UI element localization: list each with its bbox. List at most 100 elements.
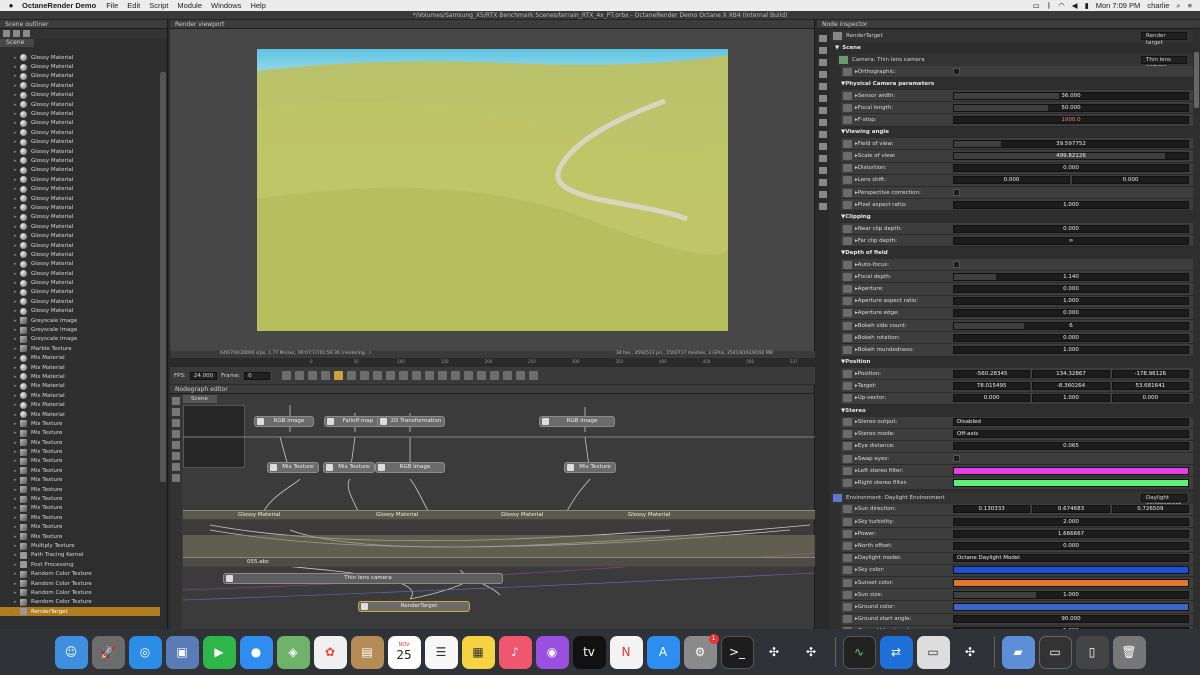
param-row[interactable]: ▸ Power: 1.666667 <box>841 528 1193 541</box>
menu-help[interactable]: Help <box>250 1 265 10</box>
param-row[interactable]: ▸ Ground start angle: 90.000 <box>841 613 1193 626</box>
stickies-icon[interactable]: ▦ <box>461 635 495 669</box>
inspector-tool-icon[interactable] <box>819 203 827 210</box>
param-row[interactable]: ▸ Focal depth: 1.140 <box>841 271 1193 284</box>
param-pin-icon[interactable] <box>843 272 852 281</box>
outliner-item[interactable]: ▸ Mix Material <box>0 410 160 419</box>
outliner-item[interactable]: ▸ Mix Texture <box>0 494 160 503</box>
news-icon[interactable]: N <box>609 635 643 669</box>
param-number-field[interactable]: 0.000 <box>953 394 1031 403</box>
move-icon[interactable] <box>503 371 513 380</box>
outliner-scrollbar[interactable] <box>160 72 166 482</box>
param-row[interactable]: ▸ Bokeh side count: 6 <box>841 320 1193 333</box>
section-header[interactable]: ▼ Depth of field <box>831 247 1193 259</box>
inspector-tool-icon[interactable] <box>819 47 827 54</box>
param-row[interactable]: ▸ Auto-focus: <box>841 259 1193 272</box>
inspector-tool-icon[interactable] <box>819 71 827 78</box>
param-number-field[interactable]: ∞ <box>953 236 1189 245</box>
param-checkbox[interactable] <box>953 67 960 75</box>
param-row[interactable]: ▸ Sky color: <box>841 564 1193 577</box>
camera-type-select[interactable]: Thin lens camera <box>1141 55 1187 70</box>
octane-icon-3[interactable]: ✣ <box>953 635 987 669</box>
param-row[interactable]: ▸ Bokeh rotation: 0.000 <box>841 332 1193 345</box>
node-mix-texture-1[interactable]: Mix Texture <box>267 462 319 473</box>
param-number-field[interactable]: 90.000 <box>953 615 1189 624</box>
param-pin-icon[interactable] <box>843 541 852 550</box>
param-pin-icon[interactable] <box>843 505 852 514</box>
fps-field[interactable]: 24.000 <box>189 371 218 380</box>
outliner-item[interactable]: ▸ Greyscale Image <box>0 316 160 325</box>
node-rgb-image-2[interactable]: RGB image <box>539 416 615 427</box>
param-number-field[interactable]: 2.000 <box>953 517 1189 526</box>
terminal-icon[interactable]: >_ <box>720 635 754 669</box>
zoom-icon[interactable] <box>451 371 461 380</box>
param-number-field[interactable]: 50.000 <box>953 103 1189 112</box>
outliner-item[interactable]: ▸ Glossy Material <box>0 138 160 147</box>
param-pin-icon[interactable] <box>843 309 852 318</box>
refresh-icon[interactable] <box>23 30 30 37</box>
outliner-item[interactable]: ▸ Mix Texture <box>0 419 160 428</box>
param-pin-icon[interactable] <box>843 260 852 269</box>
param-checkbox[interactable] <box>953 188 960 196</box>
node-thin-lens-camera[interactable]: Thin lens camera <box>223 573 503 584</box>
param-row[interactable]: ▸ Left stereo filter: <box>841 465 1193 478</box>
param-number-field[interactable]: 6 <box>953 321 1189 330</box>
param-number-field[interactable]: -178.96126 <box>1111 369 1189 378</box>
param-number-field[interactable]: 0.000 <box>953 309 1189 318</box>
param-number-field[interactable]: 0.065 <box>953 442 1189 451</box>
param-row[interactable]: ▸ Far clip depth: ∞ <box>841 235 1193 248</box>
outliner-item[interactable]: ▸ Glossy Material <box>0 175 160 184</box>
podcasts-icon[interactable]: ◉ <box>535 635 569 669</box>
outliner-item[interactable]: ▸ Glossy Material <box>0 81 160 90</box>
outliner-item[interactable]: ▸ Glossy Material <box>0 297 160 306</box>
param-dropdown[interactable]: Off-axis <box>953 430 1189 439</box>
param-number-field[interactable]: 1.000 <box>953 345 1189 354</box>
section-header[interactable]: ▼ Stereo <box>831 405 1193 417</box>
param-number-field[interactable]: 1.140 <box>953 272 1189 281</box>
inspector-tool-icon[interactable] <box>819 191 827 198</box>
outliner-item[interactable]: ▸ Glossy Material <box>0 222 160 231</box>
inspector-tool-icon[interactable] <box>819 95 827 102</box>
param-pin-icon[interactable] <box>843 297 852 306</box>
play-icon[interactable] <box>334 371 344 380</box>
outliner-item[interactable]: ▸ Mix Material <box>0 354 160 363</box>
outliner-item[interactable]: ▸ Mix Texture <box>0 513 160 522</box>
section-header[interactable]: ▼ Position <box>831 357 1193 369</box>
param-pin-icon[interactable] <box>843 479 852 488</box>
inspector-tool-icon[interactable] <box>819 143 827 150</box>
outliner-item[interactable]: ▸ Random Color Texture <box>0 579 160 588</box>
param-row[interactable]: ▸ Near clip depth: 0.000 <box>841 223 1193 236</box>
outliner-item[interactable]: ▸ Glossy Material <box>0 203 160 212</box>
node-type-select[interactable]: Render target <box>1141 32 1187 46</box>
section-header[interactable]: ▼ Clipping <box>831 211 1193 223</box>
battery-icon[interactable]: ▮ <box>1085 1 1089 10</box>
inspector-tool-icon[interactable] <box>819 155 827 162</box>
section-scene[interactable]: ▼ Scene <box>831 42 1193 54</box>
param-pin-icon[interactable] <box>843 615 852 624</box>
param-number-field[interactable]: 1.666667 <box>953 529 1189 538</box>
param-pin-icon[interactable] <box>843 200 852 209</box>
param-number-field[interactable]: 0.000 <box>953 224 1189 233</box>
outliner-item[interactable]: ▸ Glossy Material <box>0 278 160 287</box>
param-row[interactable]: ▸ Distortion: 0.000 <box>841 162 1193 175</box>
preview-icon[interactable]: ▣ <box>165 635 199 669</box>
menu-windows[interactable]: Windows <box>211 1 241 10</box>
inspector-scrollbar[interactable] <box>1194 52 1199 108</box>
param-row[interactable]: ▸ Stereo output: Disabled <box>841 416 1193 429</box>
outliner-item[interactable]: ▸ Glossy Material <box>0 53 160 62</box>
folder-icon[interactable]: ▰ <box>1001 635 1035 669</box>
octane-icon-2[interactable]: ✣ <box>794 635 828 669</box>
param-number-field[interactable]: 0.726509 <box>1111 505 1189 514</box>
maps-icon[interactable]: ◈ <box>276 635 310 669</box>
outliner-item[interactable]: ▸ Mix Texture <box>0 485 160 494</box>
focus-picker-icon[interactable] <box>399 371 409 380</box>
inspector-tool-icon[interactable] <box>819 167 827 174</box>
menu-script[interactable]: Script <box>149 1 168 10</box>
inspector-tool-icon[interactable] <box>819 35 827 42</box>
outliner-item[interactable]: ▸ Random Color Texture <box>0 569 160 578</box>
reset-camera-icon[interactable] <box>438 371 448 380</box>
launchpad-icon[interactable]: 🚀 <box>91 635 125 669</box>
app-menu[interactable]: OctaneRender Demo <box>22 1 96 10</box>
display-icon[interactable]: ▭ <box>1033 1 1040 10</box>
rotate-icon[interactable] <box>516 371 526 380</box>
